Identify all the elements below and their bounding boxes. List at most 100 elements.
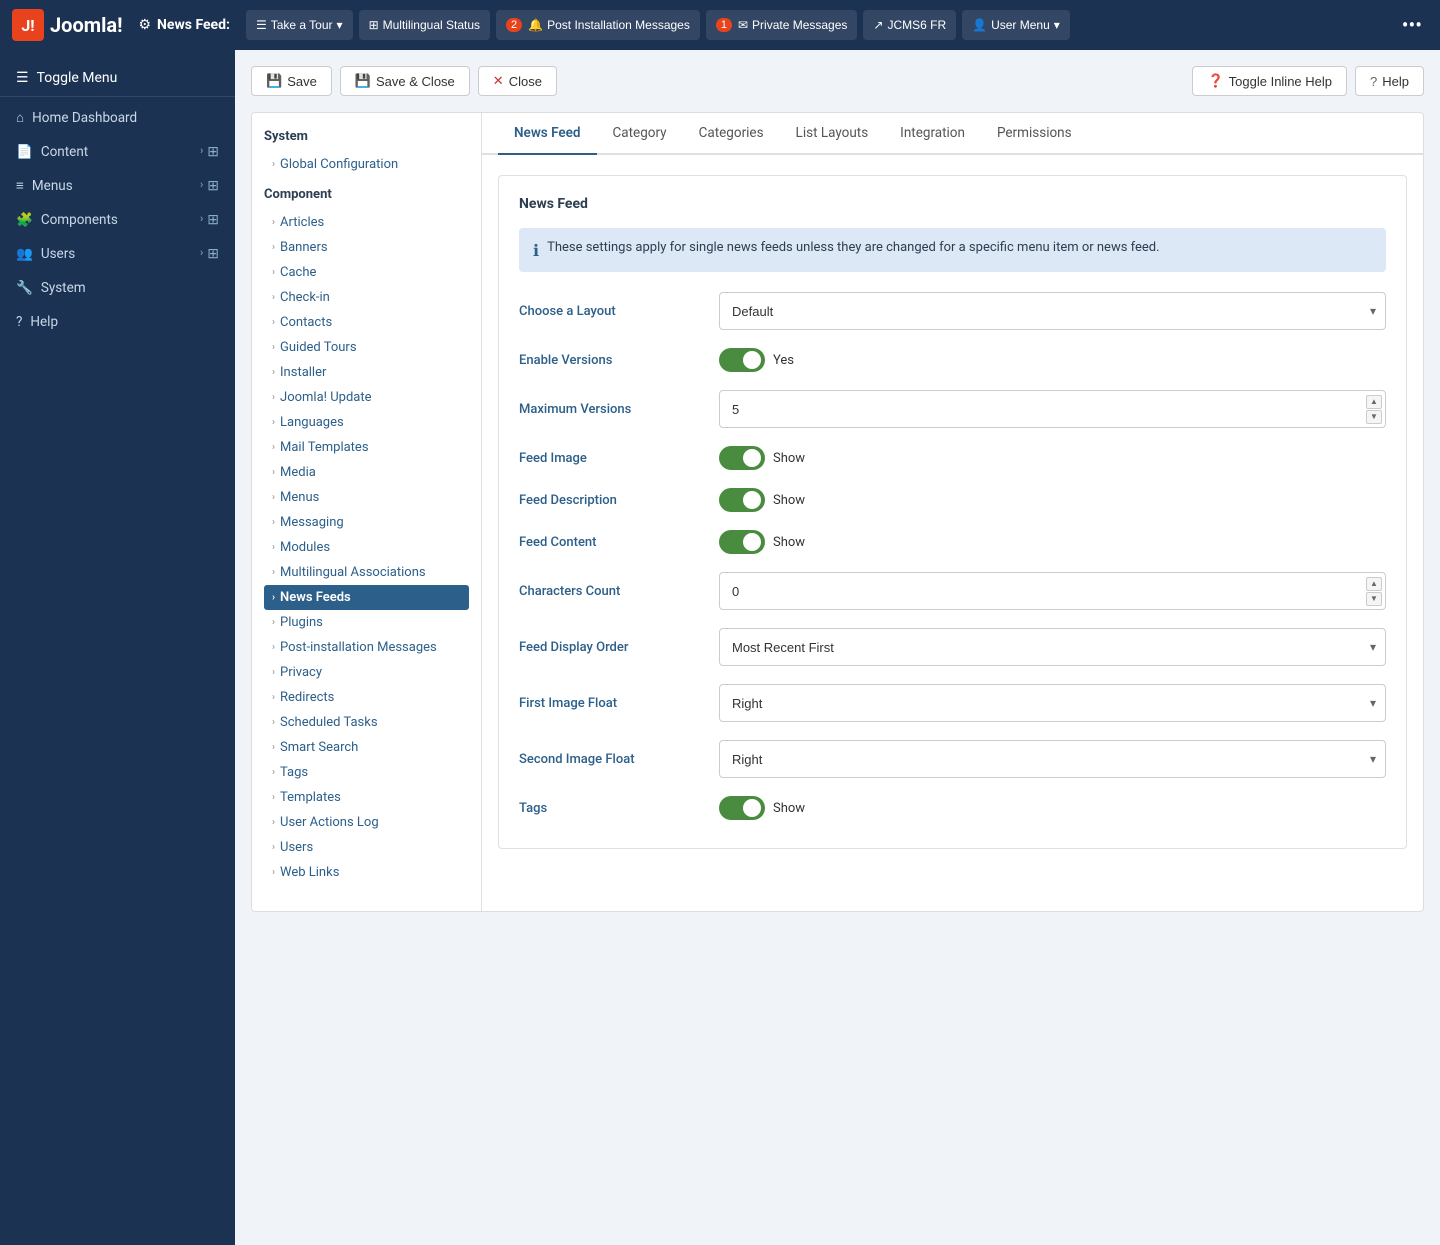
tab-list-layouts[interactable]: List Layouts (780, 113, 885, 155)
nav-multilingual-associations[interactable]: ›Multilingual Associations (264, 560, 469, 585)
toggle-inline-help-button[interactable]: ❓ Toggle Inline Help (1192, 66, 1347, 96)
nav-tags[interactable]: ›Tags (264, 760, 469, 785)
language-icon: ⊞ (369, 18, 379, 32)
enable-versions-toggle[interactable] (719, 348, 765, 372)
nav-user-actions-log[interactable]: ›User Actions Log (264, 810, 469, 835)
sidebar-item-components[interactable]: 🧩 Components › ⊞ (0, 203, 235, 237)
spinner-up[interactable]: ▲ (1366, 577, 1382, 591)
sidebar-item-content[interactable]: 📄 Content › ⊞ (0, 135, 235, 169)
form-row-feed-display-order: Feed Display Order Most Recent First Old… (519, 628, 1386, 666)
nav-plugins[interactable]: ›Plugins (264, 610, 469, 635)
nav-check-in[interactable]: ›Check-in (264, 285, 469, 310)
nav-templates[interactable]: ›Templates (264, 785, 469, 810)
question-circle-icon: ❓ (1207, 73, 1223, 89)
nav-modules[interactable]: ›Modules (264, 535, 469, 560)
feed-description-toggle[interactable] (719, 488, 765, 512)
private-messages-button[interactable]: 1 ✉ Private Messages (706, 10, 858, 40)
nav-post-installation-messages[interactable]: ›Post-installation Messages (264, 635, 469, 660)
chevron-right-icon: › (272, 742, 275, 753)
tab-integration[interactable]: Integration (884, 113, 981, 155)
spinner-down[interactable]: ▼ (1366, 592, 1382, 606)
sidebar-item-users[interactable]: 👥 Users › ⊞ (0, 237, 235, 271)
feed-description-toggle-wrap: Show (719, 488, 1386, 512)
characters-count-input[interactable] (719, 572, 1386, 610)
feed-image-toggle[interactable] (719, 446, 765, 470)
nav-languages[interactable]: ›Languages (264, 410, 469, 435)
choose-layout-select[interactable]: Default Custom (719, 292, 1386, 330)
tab-news-feed[interactable]: News Feed (498, 113, 597, 155)
feed-description-label: Feed Description (519, 493, 719, 508)
tags-toggle[interactable] (719, 796, 765, 820)
save-button[interactable]: 💾 Save (251, 66, 332, 96)
save-close-button[interactable]: 💾 Save & Close (340, 66, 470, 96)
maximum-versions-input[interactable] (719, 390, 1386, 428)
toggle-menu-button[interactable]: ☰ Toggle Menu (0, 60, 235, 97)
sidebar-item-system[interactable]: 🔧 System (0, 271, 235, 305)
tab-permissions[interactable]: Permissions (981, 113, 1088, 155)
nav-news-feeds[interactable]: ›News Feeds (264, 585, 469, 610)
tab-categories[interactable]: Categories (683, 113, 780, 155)
users-icon: 👥 (16, 246, 33, 262)
help-button[interactable]: ? Help (1355, 66, 1424, 96)
chevron-right-icon: › (200, 144, 203, 160)
help-icon: ? (1370, 74, 1377, 89)
nav-joomla-update[interactable]: ›Joomla! Update (264, 385, 469, 410)
feed-content-toggle[interactable] (719, 530, 765, 554)
chevron-right-icon: › (272, 792, 275, 803)
spinner-up[interactable]: ▲ (1366, 395, 1382, 409)
nav-guided-tours[interactable]: ›Guided Tours (264, 335, 469, 360)
post-installation-button[interactable]: 2 🔔 Post Installation Messages (496, 10, 700, 40)
first-image-float-select-wrapper: Right Left None ▾ (719, 684, 1386, 722)
tab-category[interactable]: Category (597, 113, 683, 155)
nav-articles[interactable]: ›Articles (264, 210, 469, 235)
nav-media[interactable]: ›Media (264, 460, 469, 485)
tags-label: Tags (519, 801, 719, 816)
form-row-second-image-float: Second Image Float Right Left None ▾ (519, 740, 1386, 778)
feed-image-control: Show (719, 446, 1386, 470)
nav-contacts[interactable]: ›Contacts (264, 310, 469, 335)
nav-privacy[interactable]: ›Privacy (264, 660, 469, 685)
nav-cache[interactable]: ›Cache (264, 260, 469, 285)
first-image-float-select[interactable]: Right Left None (719, 684, 1386, 722)
sidebar-item-menus[interactable]: ≡ Menus › ⊞ (0, 169, 235, 203)
nav-mail-templates[interactable]: ›Mail Templates (264, 435, 469, 460)
take-tour-button[interactable]: ☰ Take a Tour ▾ (246, 10, 353, 40)
content-area: System › Global Configuration Component … (251, 112, 1424, 912)
more-options-button[interactable]: ••• (1396, 13, 1428, 37)
mail-icon: ✉ (738, 18, 748, 32)
nav-smart-search[interactable]: ›Smart Search (264, 735, 469, 760)
chevron-right-icon: › (200, 212, 203, 228)
feed-display-order-select[interactable]: Most Recent First Oldest First Title Alp… (719, 628, 1386, 666)
nav-installer[interactable]: ›Installer (264, 360, 469, 385)
nav-global-configuration[interactable]: › Global Configuration (264, 152, 469, 177)
form-row-feed-content: Feed Content Show (519, 530, 1386, 554)
characters-count-control: ▲ ▼ (719, 572, 1386, 610)
tags-toggle-wrap: Show (719, 796, 1386, 820)
chevron-right-icon: › (272, 242, 275, 253)
sidebar-item-help[interactable]: ? Help (0, 305, 235, 339)
nav-banners[interactable]: ›Banners (264, 235, 469, 260)
nav-scheduled-tasks[interactable]: ›Scheduled Tasks (264, 710, 469, 735)
chevron-right-icon: › (272, 817, 275, 828)
feed-content-value: Show (773, 535, 805, 550)
nav-redirects[interactable]: ›Redirects (264, 685, 469, 710)
second-image-float-select[interactable]: Right Left None (719, 740, 1386, 778)
jcms-button[interactable]: ↗ JCMS6 FR (863, 10, 956, 40)
multilingual-status-button[interactable]: ⊞ Multilingual Status (359, 10, 490, 40)
nav-messaging[interactable]: ›Messaging (264, 510, 469, 535)
close-button[interactable]: ✕ Close (478, 66, 557, 96)
spinner-down[interactable]: ▼ (1366, 410, 1382, 424)
right-panel: News Feed Category Categories List Layou… (482, 113, 1423, 911)
maximum-versions-control: ▲ ▼ (719, 390, 1386, 428)
toolbar: 💾 Save 💾 Save & Close ✕ Close ❓ Toggle I… (251, 66, 1424, 96)
file-icon: 📄 (16, 144, 33, 160)
user-menu-button[interactable]: 👤 User Menu ▾ (962, 10, 1070, 40)
sidebar-item-home-dashboard[interactable]: ⌂ Home Dashboard (0, 101, 235, 135)
nav-menus[interactable]: ›Menus (264, 485, 469, 510)
nav-users[interactable]: ›Users (264, 835, 469, 860)
feed-display-order-label: Feed Display Order (519, 640, 719, 655)
chevron-right-icon: › (272, 392, 275, 403)
tags-control: Show (719, 796, 1386, 820)
form-panel: News Feed ℹ These settings apply for sin… (482, 155, 1423, 869)
nav-web-links[interactable]: ›Web Links (264, 860, 469, 885)
